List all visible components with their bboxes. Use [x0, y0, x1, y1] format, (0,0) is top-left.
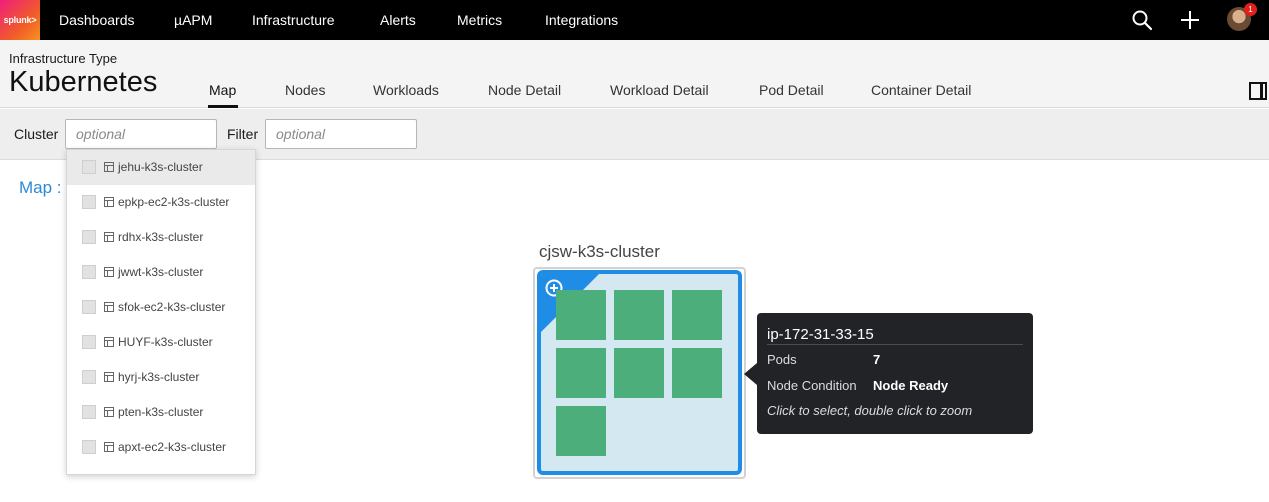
cluster-option-label: epkp-ec2-k3s-cluster — [118, 195, 230, 209]
cluster-icon — [104, 162, 114, 172]
checkbox[interactable] — [82, 370, 96, 384]
cluster-icon — [104, 197, 114, 207]
nav-item-alerts[interactable]: Alerts — [380, 0, 416, 40]
tooltip-condition-value: Node Ready — [873, 378, 949, 393]
nav-item-infrastructure[interactable]: Infrastructure — [252, 0, 334, 40]
filter-label: Filter — [227, 126, 259, 142]
node-box[interactable] — [537, 270, 742, 475]
cluster-icon — [104, 442, 114, 452]
pod-tile[interactable] — [614, 348, 664, 398]
tab-map[interactable]: Map — [209, 82, 236, 98]
cluster-option[interactable]: rdhx-k3s-cluster — [67, 220, 255, 255]
plus-icon[interactable] — [1178, 8, 1202, 32]
checkbox[interactable] — [82, 195, 96, 209]
checkbox[interactable] — [82, 230, 96, 244]
nav-item-metrics[interactable]: Metrics — [457, 0, 502, 40]
tooltip-hint: Click to select, double click to zoom — [767, 403, 973, 418]
tab-workload-detail[interactable]: Workload Detail — [610, 82, 709, 98]
tab-nodes[interactable]: Nodes — [285, 82, 325, 98]
pod-tile[interactable] — [556, 348, 606, 398]
tooltip-pods-value: 7 — [873, 352, 881, 367]
pod-tile[interactable] — [614, 290, 664, 340]
tab-workloads[interactable]: Workloads — [373, 82, 439, 98]
tab-pod-detail[interactable]: Pod Detail — [759, 82, 824, 98]
checkbox[interactable] — [82, 335, 96, 349]
checkbox[interactable] — [82, 300, 96, 314]
pod-tile[interactable] — [556, 406, 606, 456]
infrastructure-type-label: Infrastructure Type — [9, 51, 118, 66]
cluster-option-label: hyrj-k3s-cluster — [118, 370, 200, 384]
cluster-name: cjsw-k3s-cluster — [539, 242, 660, 261]
checkbox[interactable] — [82, 440, 96, 454]
checkbox[interactable] — [82, 405, 96, 419]
tab-container-detail[interactable]: Container Detail — [871, 82, 971, 98]
cluster-option[interactable]: hyrj-k3s-cluster — [67, 360, 255, 395]
node-tooltip: ip-172-31-33-15 Pods 7 Node Condition No… — [744, 313, 1033, 434]
cluster-option-label: pten-k3s-cluster — [118, 405, 204, 419]
active-tab-indicator — [208, 105, 238, 108]
tooltip-condition-label: Node Condition — [767, 378, 857, 393]
notification-badge: 1 — [1244, 3, 1257, 16]
search-icon[interactable] — [1130, 8, 1154, 32]
cluster-dropdown: jehu-k3s-cluster epkp-ec2-k3s-cluster rdhx… — [66, 149, 256, 475]
cluster-option-label: sfok-ec2-k3s-cluster — [118, 300, 226, 314]
page-title: Kubernetes — [9, 66, 158, 98]
cluster-option[interactable]: HUYF-k3s-cluster — [67, 325, 255, 360]
cluster-option-label: jwwt-k3s-cluster — [118, 265, 204, 279]
cluster-option[interactable]: jwwt-k3s-cluster — [67, 255, 255, 290]
cluster-label: Cluster — [14, 126, 59, 142]
tooltip-title: ip-172-31-33-15 — [767, 326, 874, 343]
pod-tile[interactable] — [672, 290, 722, 340]
cluster-icon — [104, 302, 114, 312]
map-breadcrumb[interactable]: Map : — [19, 178, 62, 198]
cluster-option[interactable]: jehu-k3s-cluster — [67, 150, 255, 185]
side-panel-toggle-icon[interactable] — [1249, 82, 1267, 100]
cluster-icon — [104, 407, 114, 417]
top-nav: splunk> Dashboards µAPM Infrastructure A… — [0, 0, 1269, 40]
cluster-option[interactable]: epkp-ec2-k3s-cluster — [67, 185, 255, 220]
filter-input[interactable] — [265, 119, 417, 149]
cluster-option-label: HUYF-k3s-cluster — [118, 335, 213, 349]
cluster-icon — [104, 232, 114, 242]
pod-tile[interactable] — [556, 290, 606, 340]
nav-item-apm[interactable]: µAPM — [174, 0, 212, 40]
cluster-option[interactable]: apxt-ec2-k3s-cluster — [67, 430, 255, 465]
checkbox[interactable] — [82, 160, 96, 174]
checkbox[interactable] — [82, 265, 96, 279]
nav-item-dashboards[interactable]: Dashboards — [59, 0, 135, 40]
tooltip-pods-label: Pods — [767, 352, 797, 367]
cluster-option-label: jehu-k3s-cluster — [118, 160, 203, 174]
splunk-logo[interactable]: splunk> — [0, 0, 40, 40]
cluster-option-label: apxt-ec2-k3s-cluster — [118, 440, 227, 454]
tooltip-divider — [767, 344, 1023, 345]
cluster-option-label: rdhx-k3s-cluster — [118, 230, 204, 244]
cluster-icon — [104, 267, 114, 277]
cluster-icon — [104, 337, 114, 347]
cluster-option[interactable]: sfok-ec2-k3s-cluster — [67, 290, 255, 325]
page-header: Infrastructure Type Kubernetes Map Nodes… — [0, 40, 1269, 108]
cluster-option[interactable]: pten-k3s-cluster — [67, 395, 255, 430]
cluster-input[interactable] — [65, 119, 217, 149]
nav-item-integrations[interactable]: Integrations — [545, 0, 618, 40]
cluster-icon — [104, 372, 114, 382]
pod-tile[interactable] — [672, 348, 722, 398]
tab-node-detail[interactable]: Node Detail — [488, 82, 561, 98]
